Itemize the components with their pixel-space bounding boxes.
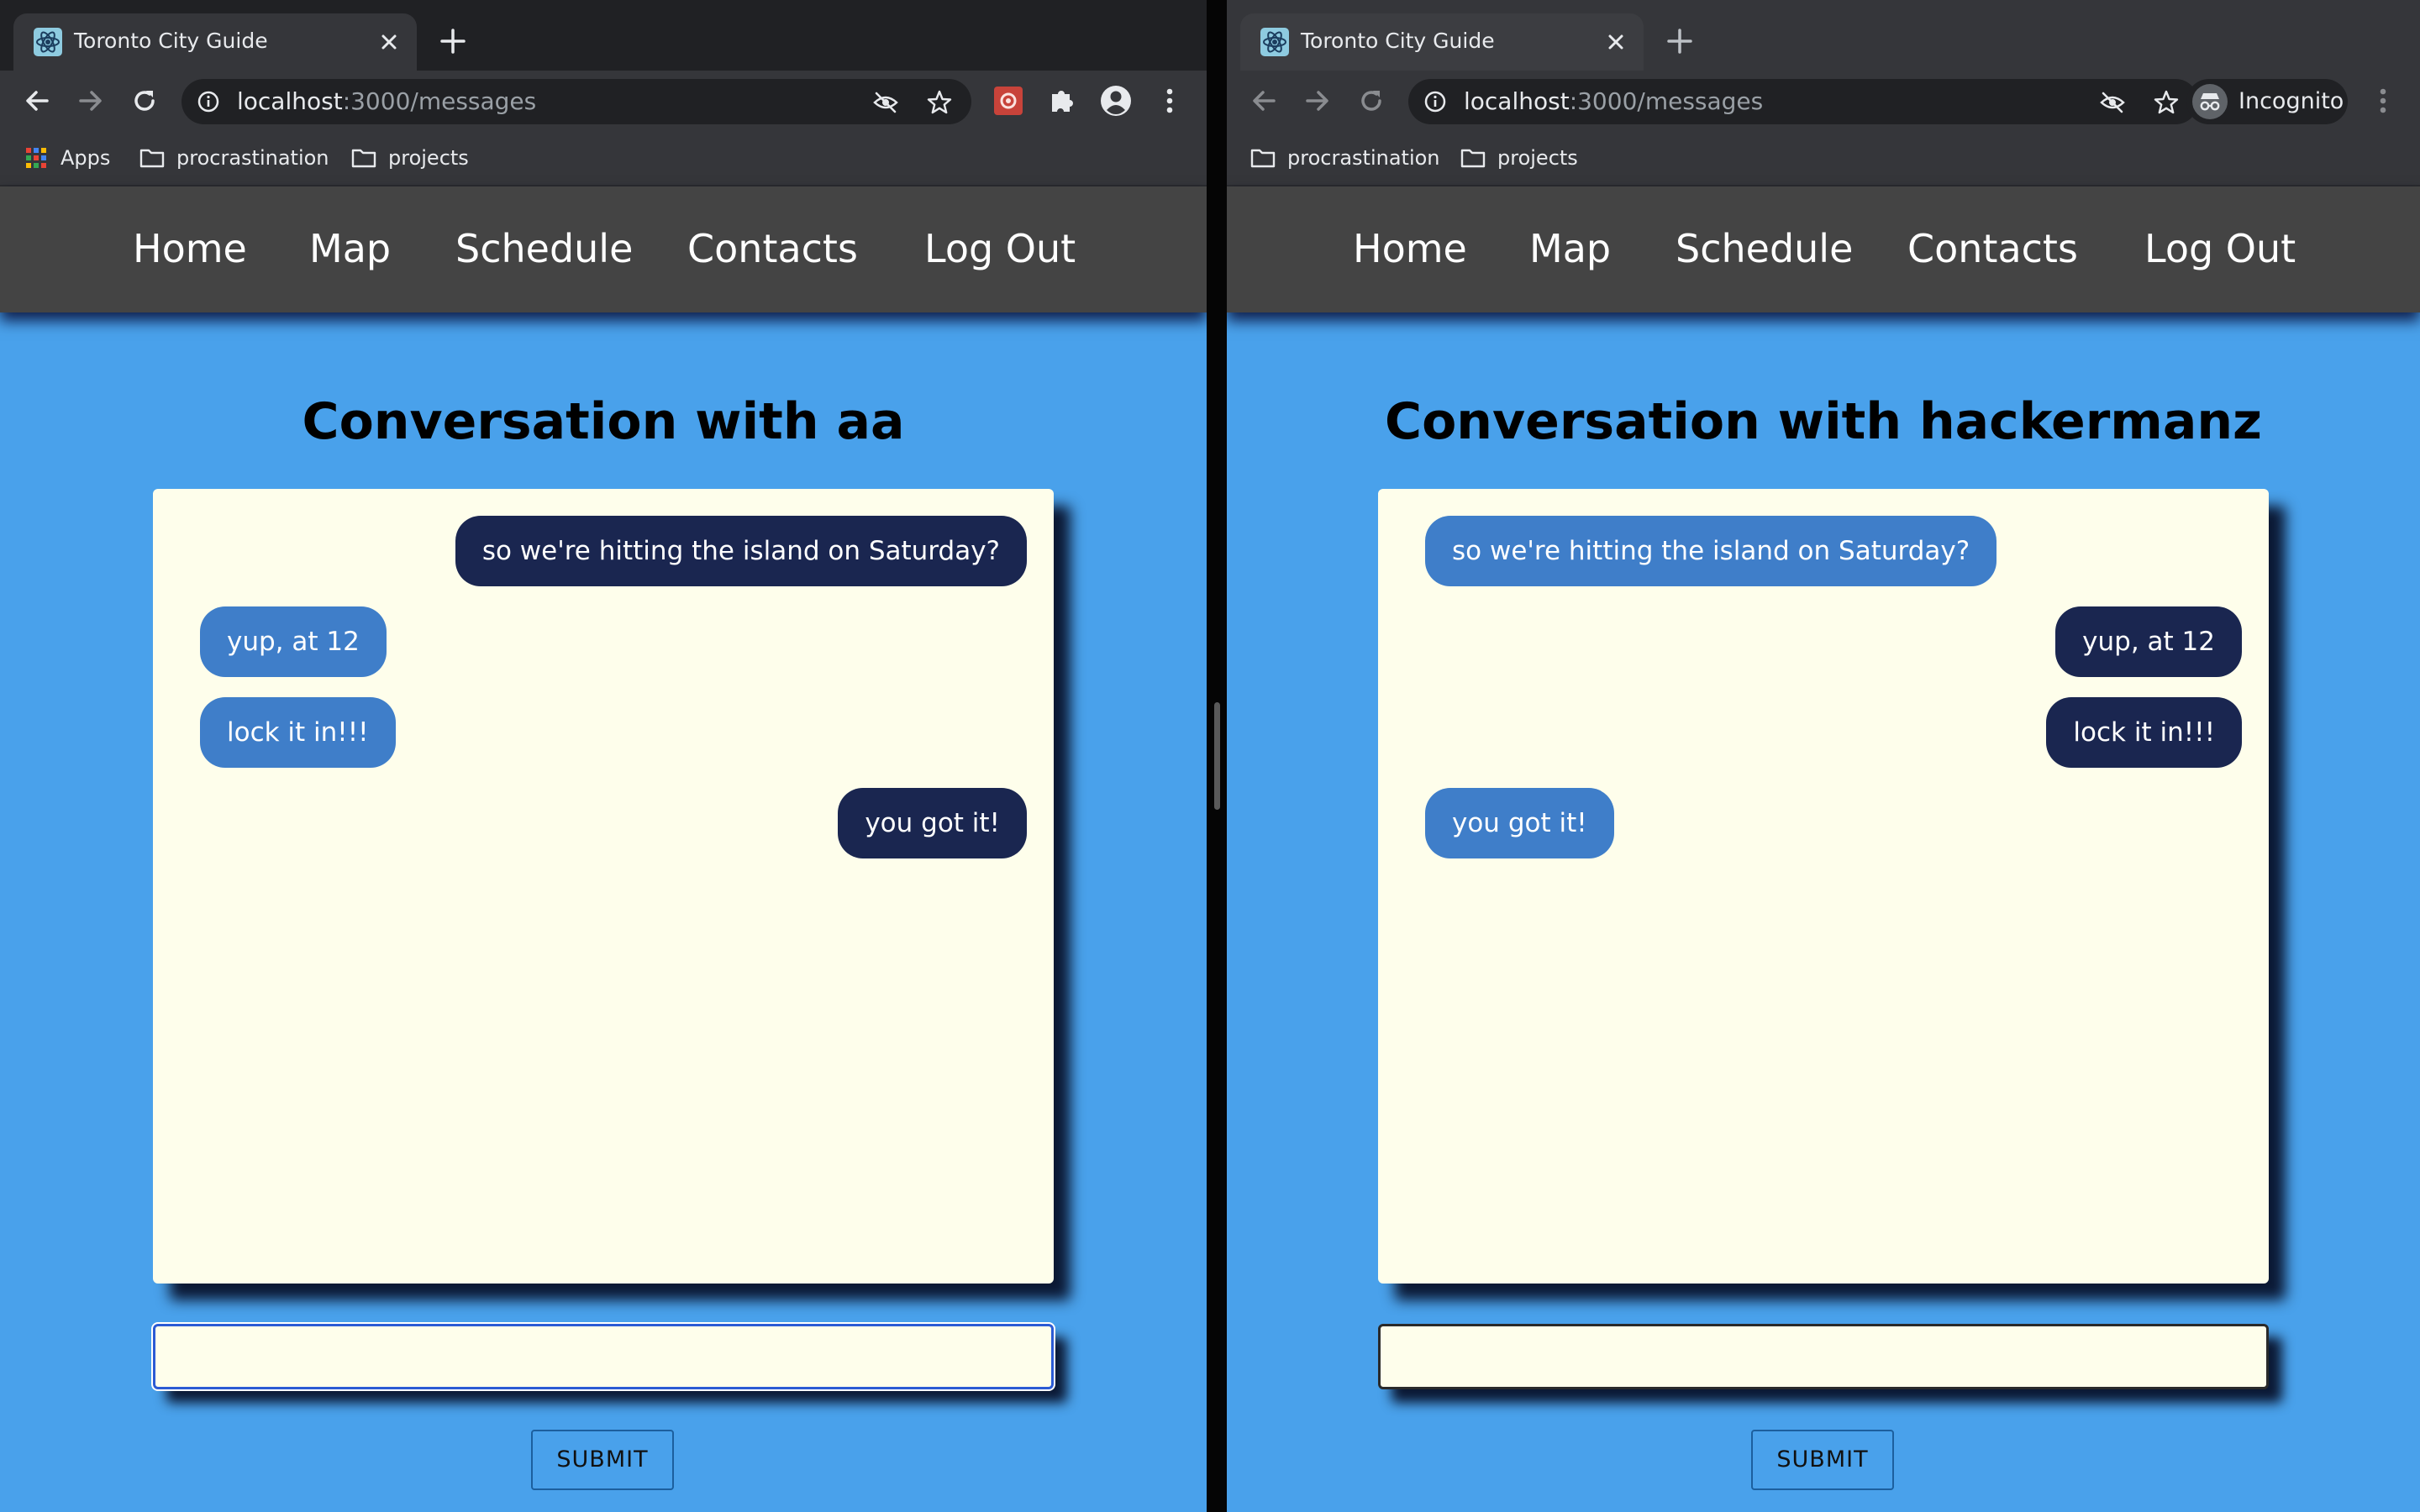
info-icon[interactable]	[197, 90, 220, 113]
browser-toolbar: localhost:3000/messages Incognito	[1227, 71, 2420, 131]
conversation-title: Conversation with aa	[302, 392, 905, 451]
folder-icon	[1460, 149, 1486, 168]
nav-home[interactable]: Home	[133, 225, 247, 272]
app-navbar: Home Map Schedule Contacts Log Out	[1227, 186, 2420, 312]
browser-tab[interactable]: Toronto City Guide	[13, 13, 417, 71]
url-host: localhost	[1464, 87, 1570, 115]
forward-arrow-icon[interactable]	[1299, 82, 1336, 119]
puzzle-icon[interactable]	[1044, 82, 1081, 119]
app-navbar: Home Map Schedule Contacts Log Out	[0, 186, 1207, 312]
url-host: localhost	[237, 87, 343, 115]
chat-messages[interactable]: so we're hitting the island on Saturday?…	[153, 489, 1054, 1284]
conversation-title: Conversation with hackermanz	[1385, 392, 2262, 451]
back-arrow-icon[interactable]	[18, 82, 55, 119]
nav-schedule[interactable]: Schedule	[455, 225, 633, 272]
bookmark-folder-projects[interactable]: projects	[1460, 143, 1578, 173]
chat-messages[interactable]: so we're hitting the island on Saturday?…	[1378, 489, 2269, 1284]
bookmark-label: projects	[1497, 146, 1578, 170]
kebab-menu-icon[interactable]	[2365, 82, 2402, 119]
browser-window-right: Toronto City Guide localhost:3000/messag…	[1227, 0, 2420, 1512]
browser-tab[interactable]: Toronto City Guide	[1240, 13, 1644, 71]
bookmark-apps[interactable]: Apps	[24, 143, 110, 173]
url-text: localhost:3000/messages	[237, 88, 536, 115]
close-icon[interactable]	[1602, 28, 1630, 56]
react-atom-icon	[1260, 28, 1289, 56]
eye-off-icon[interactable]	[872, 89, 899, 116]
forward-arrow-icon[interactable]	[72, 82, 109, 119]
tab-strip: Toronto City Guide	[1227, 0, 2420, 71]
message-input[interactable]	[1378, 1324, 2269, 1389]
apps-grid-icon	[26, 148, 46, 168]
url-path: :3000/messages	[1569, 87, 1764, 115]
bookmarks-bar: procrastination projects	[1227, 131, 2420, 186]
browser-toolbar: localhost:3000/messages	[0, 71, 1207, 131]
nav-home[interactable]: Home	[1353, 225, 1467, 272]
message-bubble-sent: yup, at 12	[2055, 606, 2242, 677]
close-icon[interactable]	[375, 28, 403, 56]
star-icon[interactable]	[926, 89, 953, 116]
bookmark-label: procrastination	[1287, 146, 1440, 170]
bookmark-folder-procrastination[interactable]: procrastination	[1250, 143, 1440, 173]
submit-button[interactable]: SUBMIT	[531, 1430, 674, 1490]
nav-contacts[interactable]: Contacts	[687, 225, 858, 272]
reload-icon[interactable]	[126, 82, 163, 119]
plus-icon[interactable]	[1662, 24, 1697, 59]
bookmark-label: projects	[388, 146, 469, 170]
star-icon[interactable]	[2153, 89, 2180, 116]
account-icon[interactable]	[1097, 82, 1134, 119]
url-text: localhost:3000/messages	[1464, 88, 1763, 115]
message-bubble-sent: so we're hitting the island on Saturday?	[455, 516, 1027, 586]
message-bubble-received: lock it in!!!	[200, 697, 396, 768]
bookmark-label: Apps	[60, 146, 111, 170]
split-drag-handle[interactable]	[1214, 702, 1220, 810]
react-atom-icon	[34, 28, 62, 56]
tab-title: Toronto City Guide	[1301, 29, 1495, 53]
bookmark-label: procrastination	[176, 146, 329, 170]
bookmarks-bar: Apps procrastination projects	[0, 131, 1207, 186]
message-input[interactable]	[153, 1324, 1054, 1389]
incognito-icon	[2192, 84, 2228, 119]
browser-window-left: Toronto City Guide localhost:3000/messag…	[0, 0, 1207, 1512]
bookmark-folder-procrastination[interactable]: procrastination	[139, 143, 329, 173]
tab-title: Toronto City Guide	[74, 29, 268, 53]
folder-icon	[1250, 149, 1276, 168]
eye-off-icon[interactable]	[2099, 89, 2126, 116]
kebab-menu-icon[interactable]	[1151, 82, 1188, 119]
message-bubble-received: yup, at 12	[200, 606, 387, 677]
bookmark-folder-projects[interactable]: projects	[351, 143, 469, 173]
nav-schedule[interactable]: Schedule	[1676, 225, 1853, 272]
nav-logout[interactable]: Log Out	[924, 225, 1076, 272]
message-bubble-sent: you got it!	[838, 788, 1027, 858]
folder-icon	[351, 149, 376, 168]
tab-strip: Toronto City Guide	[0, 0, 1207, 71]
message-bubble-received: you got it!	[1425, 788, 1614, 858]
url-path: :3000/messages	[342, 87, 537, 115]
plus-icon[interactable]	[435, 24, 471, 59]
submit-button[interactable]: SUBMIT	[1751, 1430, 1894, 1490]
back-arrow-icon[interactable]	[1245, 82, 1282, 119]
message-bubble-sent: lock it in!!!	[2046, 697, 2242, 768]
incognito-badge[interactable]: Incognito	[2186, 79, 2348, 124]
extension-red-icon[interactable]	[990, 82, 1027, 119]
nav-logout[interactable]: Log Out	[2144, 225, 2296, 272]
folder-icon	[139, 149, 165, 168]
nav-map[interactable]: Map	[1529, 225, 1611, 272]
reload-icon[interactable]	[1353, 82, 1390, 119]
info-icon[interactable]	[1423, 90, 1447, 113]
nav-map[interactable]: Map	[309, 225, 391, 272]
message-bubble-received: so we're hitting the island on Saturday?	[1425, 516, 1997, 586]
incognito-label: Incognito	[2238, 88, 2344, 114]
address-bar[interactable]: localhost:3000/messages	[1408, 79, 2198, 124]
address-bar[interactable]: localhost:3000/messages	[182, 79, 971, 124]
nav-contacts[interactable]: Contacts	[1907, 225, 2078, 272]
